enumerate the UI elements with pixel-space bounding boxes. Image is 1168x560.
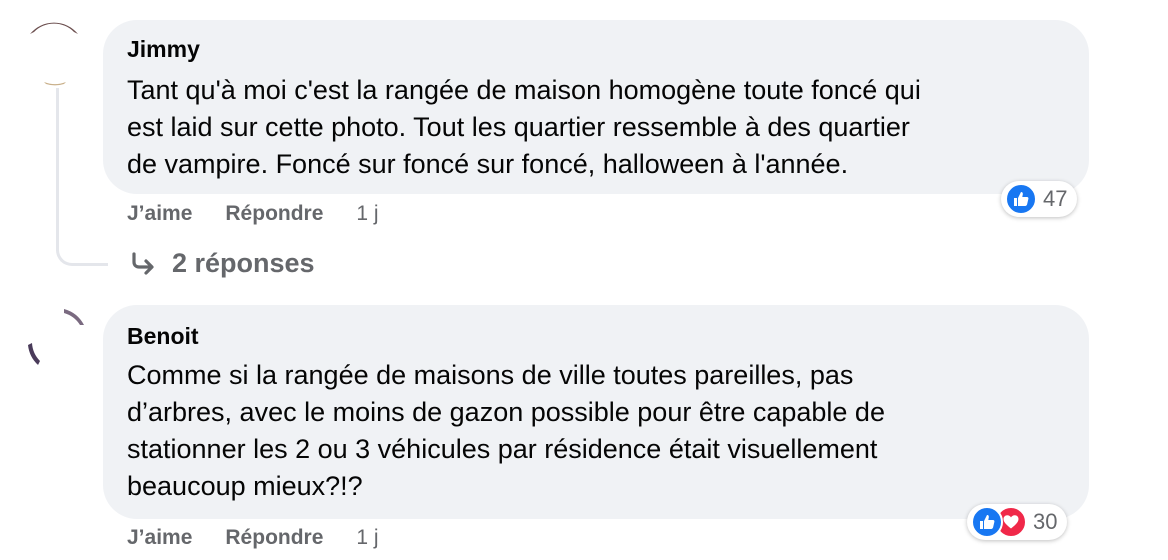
author-name[interactable]: Benoit xyxy=(127,323,199,349)
comment-line: est laid sur cette photo. Tout les quart… xyxy=(127,112,910,142)
comment-line: Comme si la rangée de maisons de ville t… xyxy=(127,360,854,390)
comment-line: beaucoup mieux?!? xyxy=(127,471,363,501)
like-button[interactable]: J’aime xyxy=(127,526,192,550)
view-replies-link[interactable]: 2 réponses xyxy=(130,248,315,279)
reply-button[interactable]: Répondre xyxy=(225,202,323,226)
comment-line: stationner les 2 ou 3 véhicules par rési… xyxy=(127,434,878,464)
comment-line: Tant qu'à moi c'est la rangée de maison … xyxy=(127,75,921,105)
avatar[interactable] xyxy=(22,22,86,86)
comment-bubble: Jimmy Tant qu'à moi c'est la rangée de m… xyxy=(103,20,1089,194)
like-icon xyxy=(971,506,1003,538)
comment-author[interactable]: Benoit xyxy=(127,323,199,350)
avatar[interactable] xyxy=(24,305,90,371)
thread-connector xyxy=(56,88,108,266)
reaction-summary[interactable]: 30 xyxy=(967,504,1068,540)
reaction-count: 30 xyxy=(1033,509,1058,534)
timestamp[interactable]: 1 j xyxy=(356,526,378,550)
comment-actions: J’aime Répondre 1 j xyxy=(127,526,379,550)
reaction-count: 47 xyxy=(1043,186,1068,211)
reaction-summary[interactable]: 47 xyxy=(1001,181,1078,217)
replies-count-label[interactable]: 2 réponses xyxy=(172,248,315,279)
reply-button[interactable]: Répondre xyxy=(225,526,323,550)
like-icon xyxy=(1005,183,1037,215)
author-name[interactable]: Jimmy xyxy=(127,36,200,62)
comment-bubble: Benoit Comme si la rangée de maisons de … xyxy=(103,305,1089,519)
comment-line: de vampire. Foncé sur foncé sur foncé, h… xyxy=(127,149,849,179)
comment-text: Tant qu'à moi c'est la rangée de maison … xyxy=(127,72,1069,183)
comment-line: d’arbres, avec le moins de gazon possibl… xyxy=(127,397,885,427)
comment-author[interactable]: Jimmy xyxy=(127,36,200,63)
like-button[interactable]: J’aime xyxy=(127,202,192,226)
comment-actions: J’aime Répondre 1 j xyxy=(127,202,379,226)
timestamp[interactable]: 1 j xyxy=(356,202,378,226)
reply-arrow-icon xyxy=(132,251,154,275)
comment-text: Comme si la rangée de maisons de ville t… xyxy=(127,357,1069,505)
